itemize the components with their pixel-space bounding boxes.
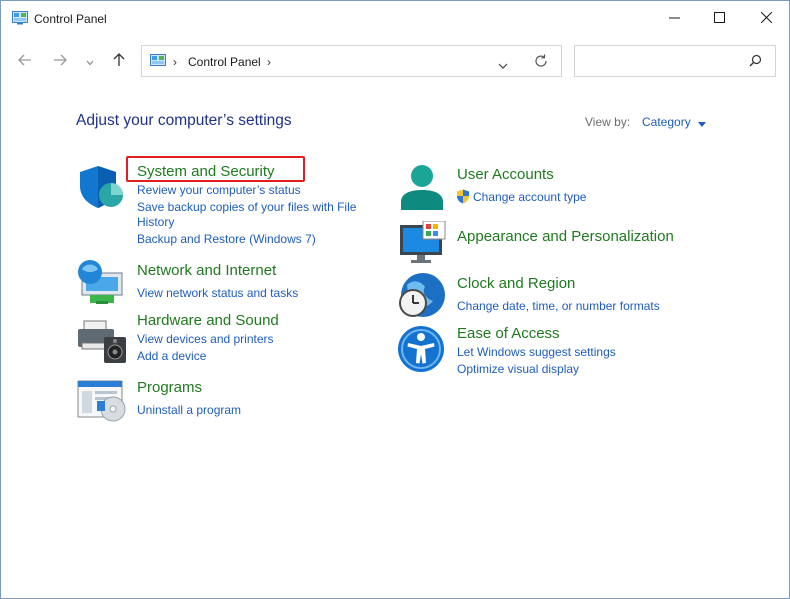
title-bar[interactable]: Control Panel xyxy=(1,1,789,37)
monitor-palette-icon[interactable] xyxy=(399,220,447,270)
link-network-status[interactable]: View network status and tasks xyxy=(137,286,298,300)
network-globe-icon[interactable] xyxy=(76,257,126,310)
link-review-status[interactable]: Review your computer’s status xyxy=(137,183,301,197)
highlight-box xyxy=(126,156,305,182)
recent-locations-button[interactable] xyxy=(80,51,100,73)
arrow-right-icon xyxy=(53,53,67,71)
view-by-label: View by: xyxy=(585,115,631,129)
search-box[interactable] xyxy=(574,45,776,77)
link-save-backup[interactable]: Save backup copies of your files with Fi… xyxy=(137,200,356,214)
link-change-date-time[interactable]: Change date, time, or number formats xyxy=(457,299,660,313)
address-bar[interactable]: › Control Panel › xyxy=(141,45,562,77)
link-add-device[interactable]: Add a device xyxy=(137,349,206,363)
category-user-accounts[interactable]: User Accounts xyxy=(457,166,554,183)
breadcrumb-control-panel[interactable]: Control Panel xyxy=(188,55,261,69)
category-clock-region[interactable]: Clock and Region xyxy=(457,275,575,292)
link-save-backup-history[interactable]: History xyxy=(137,215,174,229)
shield-icon[interactable] xyxy=(78,164,126,215)
page-title: Adjust your computer’s settings xyxy=(76,112,292,129)
link-change-account-type[interactable]: Change account type xyxy=(473,190,586,204)
category-network-internet[interactable]: Network and Internet xyxy=(137,262,276,279)
maximize-icon xyxy=(713,10,725,28)
printer-speaker-icon[interactable] xyxy=(78,319,128,370)
close-button[interactable] xyxy=(743,1,789,37)
navigation-bar: › Control Panel › xyxy=(1,41,789,83)
maximize-button[interactable] xyxy=(696,1,742,37)
forward-button[interactable] xyxy=(49,51,71,73)
minimize-button[interactable] xyxy=(651,1,697,37)
view-by-value[interactable]: Category xyxy=(642,115,691,129)
caret-down-icon[interactable] xyxy=(698,116,707,130)
arrow-up-icon xyxy=(113,52,125,72)
minimize-icon xyxy=(668,10,680,28)
category-appearance[interactable]: Appearance and Personalization xyxy=(457,228,674,245)
accessibility-icon[interactable] xyxy=(397,325,447,380)
link-windows-suggest[interactable]: Let Windows suggest settings xyxy=(457,345,616,359)
view-by-dropdown[interactable]: Category xyxy=(642,115,707,130)
clock-globe-icon[interactable] xyxy=(397,271,447,326)
category-hardware-sound[interactable]: Hardware and Sound xyxy=(137,312,279,329)
arrow-left-icon xyxy=(18,53,32,71)
control-panel-window: Control Panel › Control Panel › Adjust y… xyxy=(0,0,790,599)
chevron-down-icon xyxy=(86,53,94,71)
search-input[interactable] xyxy=(579,50,743,74)
back-button[interactable] xyxy=(14,51,36,73)
link-uninstall-program[interactable]: Uninstall a program xyxy=(137,403,241,417)
search-icon[interactable] xyxy=(749,54,762,72)
control-panel-location-icon xyxy=(150,54,166,73)
category-ease-of-access[interactable]: Ease of Access xyxy=(457,325,560,342)
control-panel-app-icon xyxy=(12,11,28,30)
address-dropdown-chevron-icon[interactable] xyxy=(498,57,508,75)
breadcrumb-separator-icon[interactable]: › xyxy=(173,55,177,69)
window-title: Control Panel xyxy=(34,12,107,26)
link-backup-restore[interactable]: Backup and Restore (Windows 7) xyxy=(137,232,316,246)
user-icon[interactable] xyxy=(399,164,445,217)
uac-shield-icon xyxy=(456,189,470,209)
category-programs[interactable]: Programs xyxy=(137,379,202,396)
refresh-icon[interactable] xyxy=(534,54,548,73)
programs-disc-icon[interactable] xyxy=(77,379,127,428)
close-icon xyxy=(760,10,772,28)
breadcrumb-separator-icon[interactable]: › xyxy=(267,55,271,69)
link-optimize-display[interactable]: Optimize visual display xyxy=(457,362,579,376)
link-devices-printers[interactable]: View devices and printers xyxy=(137,332,274,346)
up-button[interactable] xyxy=(108,51,130,73)
